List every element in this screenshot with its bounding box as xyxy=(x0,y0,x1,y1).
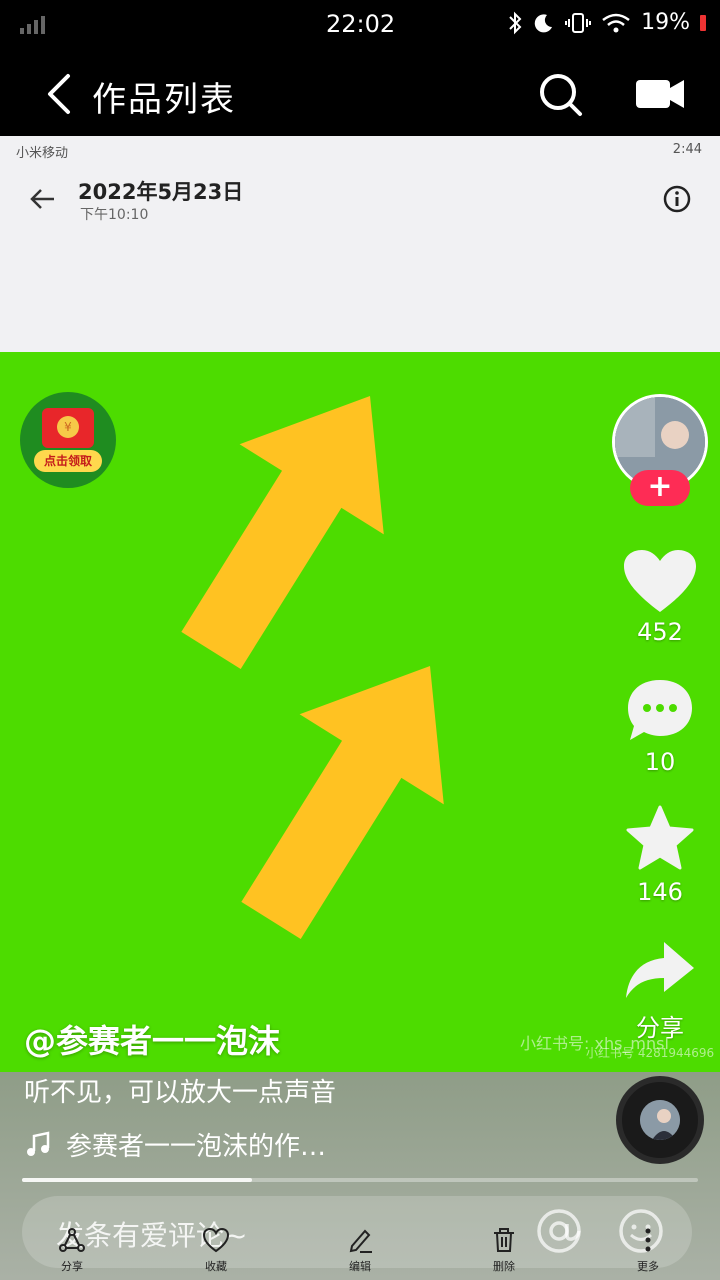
toolbar-label: 分享 xyxy=(61,1260,83,1273)
inner-subtime: 下午10:10 xyxy=(80,207,149,223)
toolbar-edit[interactable]: 编辑 xyxy=(320,1226,400,1274)
toolbar-label: 更多 xyxy=(637,1260,659,1273)
chevron-left-icon[interactable] xyxy=(40,72,76,116)
toolbar-favorite[interactable]: 收藏 xyxy=(176,1226,256,1274)
status-time: 22:02 xyxy=(326,10,396,38)
author-name[interactable]: @参赛者一一泡沫 xyxy=(24,1016,280,1062)
video-camera-icon[interactable] xyxy=(634,74,686,114)
video-inner-screenshot: 小米移动 2:44 2022年5月23日 下午10:10 xyxy=(0,136,720,352)
arrows-graphic xyxy=(181,396,444,939)
info-icon xyxy=(663,185,691,213)
signal-icon xyxy=(20,14,45,34)
wifi-icon xyxy=(602,13,630,32)
bottom-toolbar: 分享 收藏 编辑 删除 更多 xyxy=(0,1226,720,1280)
red-packet-button[interactable]: ¥ 点击领取 xyxy=(20,392,116,488)
battery-icon xyxy=(700,14,706,31)
inner-carrier: 小米移动 xyxy=(16,146,69,161)
share-icon xyxy=(59,1228,85,1252)
red-packet-label: 点击领取 xyxy=(34,450,102,472)
app-header: 作品列表 xyxy=(0,52,720,136)
toolbar-more[interactable]: 更多 xyxy=(608,1226,688,1274)
video-progress-bar[interactable] xyxy=(22,1178,698,1182)
status-bar: 22:02 19% xyxy=(0,0,720,52)
vibrate-icon xyxy=(565,12,592,33)
favorite-count: 146 xyxy=(637,878,683,906)
progress-fill xyxy=(22,1178,252,1182)
moon-icon xyxy=(534,13,553,32)
comment-count: 10 xyxy=(644,748,676,776)
battery-percent: 19% xyxy=(641,10,690,35)
toolbar-delete[interactable]: 删除 xyxy=(464,1226,544,1274)
toolbar-label: 删除 xyxy=(493,1260,515,1273)
trash-icon xyxy=(494,1228,514,1252)
inner-status-right: 2:44 xyxy=(673,142,702,157)
page-title: 作品列表 xyxy=(92,80,236,120)
status-icons: 19% xyxy=(507,10,706,35)
search-icon[interactable] xyxy=(536,70,584,118)
arrow-left-icon xyxy=(30,189,54,209)
heart-icon[interactable] xyxy=(620,546,700,616)
watermark-id: 小红书号 4281944696 xyxy=(586,1046,715,1060)
arrow-upper xyxy=(181,396,384,669)
toolbar-label: 收藏 xyxy=(205,1260,227,1273)
share-arrow-icon[interactable] xyxy=(620,936,700,1006)
heart-outline-icon xyxy=(202,1227,230,1253)
coin-icon: ¥ xyxy=(57,416,79,438)
music-disc[interactable] xyxy=(616,1076,704,1164)
more-icon xyxy=(645,1228,651,1252)
bluetooth-icon xyxy=(509,11,522,34)
music-note-icon xyxy=(27,1130,50,1156)
comment-icon[interactable] xyxy=(620,676,700,746)
toolbar-label: 编辑 xyxy=(349,1260,371,1273)
star-icon[interactable] xyxy=(620,804,700,874)
video-player[interactable]: 小米移动 2:44 2022年5月23日 下午10:10 ¥ 点击领取 + 45… xyxy=(0,136,720,1280)
music-title: 参赛者一一泡沫的作… xyxy=(66,1132,327,1162)
edit-icon xyxy=(349,1229,372,1253)
inner-date: 2022年5月23日 xyxy=(78,180,244,204)
disc-avatar xyxy=(640,1100,680,1140)
like-count: 452 xyxy=(637,618,683,646)
music-info[interactable]: 参赛者一一泡沫的作… xyxy=(24,1126,326,1163)
arrow-lower xyxy=(241,666,444,939)
inner-time: 2:44 xyxy=(672,142,702,157)
post-description: 听不见，可以放大一点声音 xyxy=(24,1078,337,1108)
toolbar-share[interactable]: 分享 xyxy=(32,1226,112,1274)
follow-button[interactable]: + xyxy=(630,470,690,506)
